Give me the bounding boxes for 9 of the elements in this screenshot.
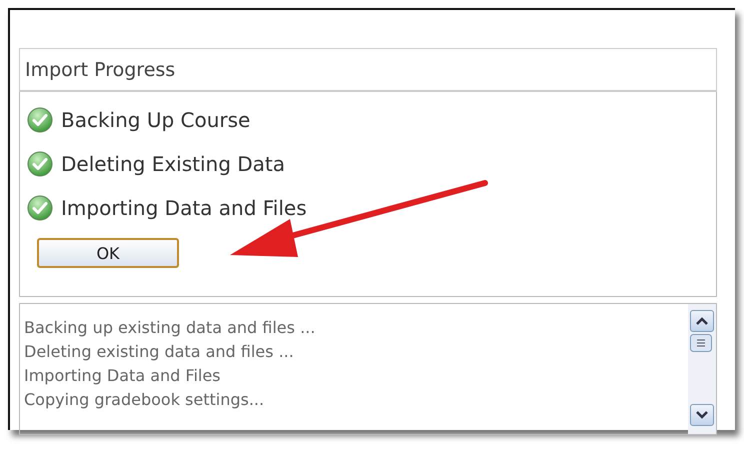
step-label: Backing Up Course: [61, 108, 250, 132]
ok-button[interactable]: OK: [37, 238, 179, 268]
log-line: Copying gradebook settings...: [24, 389, 266, 411]
panel-title: Import Progress: [25, 58, 176, 80]
log-line: Deleting existing data and files ...: [24, 341, 295, 363]
step-label: Importing Data and Files: [61, 196, 307, 220]
log-line: Backing up existing data and files ...: [24, 317, 316, 339]
step-label: Deleting Existing Data: [61, 152, 286, 176]
log-line: Importing Data and Files: [24, 365, 222, 387]
